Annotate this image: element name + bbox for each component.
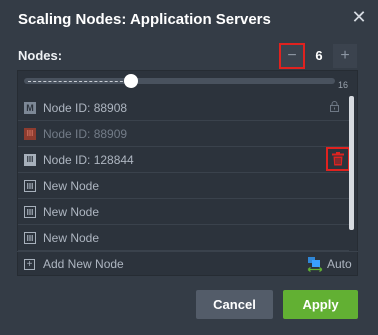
master-node-icon: M [24,101,36,114]
apply-button[interactable]: Apply [283,290,358,319]
decrement-nodes-button[interactable]: − [279,43,305,69]
node-label: New Node [43,178,100,193]
node-row-88909[interactable]: III Node ID: 88909 [18,121,349,147]
nodes-label: Nodes: [18,48,63,63]
node-row-128844[interactable]: III Node ID: 128844 [18,147,350,173]
minus-icon: − [287,47,297,64]
node-label: Node ID: 88908 [43,100,128,115]
auto-scaling-icon [307,257,323,272]
node-row-new[interactable]: III New Node [18,225,349,251]
new-node-icon: III [24,179,36,192]
new-node-icon: III [24,231,36,244]
dialog-title: Scaling Nodes: Application Servers [18,11,271,28]
nodes-count: 6 [315,48,323,63]
node-row-new[interactable]: III New Node [18,173,349,199]
lock-icon [330,101,339,112]
new-node-icon: III [24,205,36,218]
trash-icon [332,152,344,166]
auto-scaling-button[interactable]: Auto [307,256,352,272]
nodes-list: M Node ID: 88908 III Node ID: 88909 III … [18,95,350,251]
increment-nodes-button[interactable]: + [333,44,357,68]
node-removing-icon: III [24,127,36,140]
node-row-new[interactable]: III New Node [18,199,349,225]
delete-node-button[interactable] [326,147,350,171]
node-label: Node ID: 88909 [43,126,128,141]
node-label: New Node [43,204,100,219]
add-new-node-link[interactable]: Add New Node [43,257,124,271]
cancel-button[interactable]: Cancel [196,290,273,319]
node-label: Node ID: 128844 [43,152,134,167]
node-row-88908[interactable]: M Node ID: 88908 [18,95,349,121]
node-icon: III [24,153,36,166]
node-label: New Node [43,230,100,245]
nodes-slider-fill [28,81,128,82]
auto-label: Auto [327,257,352,271]
nodes-slider-thumb[interactable] [124,74,138,88]
slider-max-label: 16 [338,80,349,90]
list-scrollbar[interactable] [349,96,354,230]
close-icon[interactable]: ✕ [349,7,369,27]
plus-square-icon: + [24,258,35,270]
